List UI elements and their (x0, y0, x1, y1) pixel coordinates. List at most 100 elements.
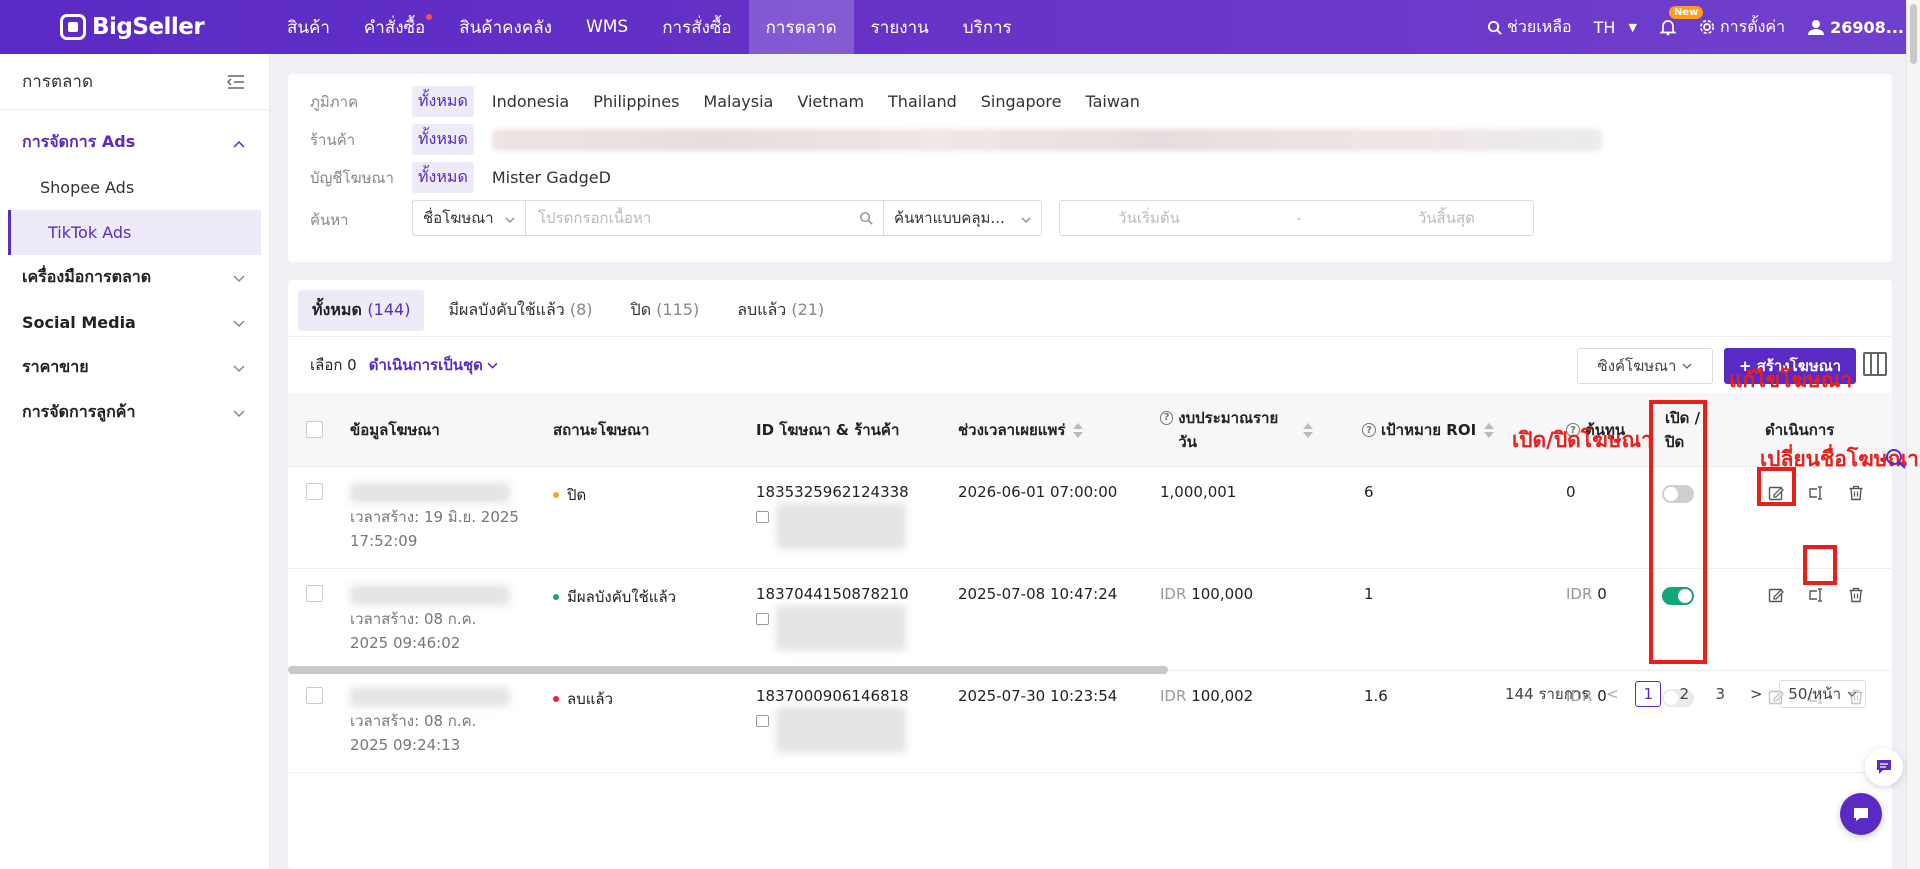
sidebar-header: การตลาด (0, 54, 269, 110)
page-button[interactable]: 3 (1707, 681, 1733, 707)
region-option[interactable]: Thailand (888, 92, 957, 111)
col-label: งบประมาณราย วัน (1178, 409, 1279, 451)
blurred-ad-name (350, 585, 510, 605)
help-link[interactable]: ช่วยเหลือ (1487, 15, 1572, 40)
region-option[interactable]: Malaysia (703, 92, 773, 111)
row-checkbox[interactable] (306, 483, 323, 500)
horizontal-scrollbar[interactable] (288, 666, 1892, 674)
col-label: เปิด / ปิด (1665, 409, 1701, 451)
roi-target: 1 (1364, 585, 1374, 603)
date-range-picker[interactable]: วันเริ่มต้น - วันสิ้นสุด (1059, 200, 1534, 236)
nav-services[interactable]: บริการ (946, 0, 1029, 54)
delete-icon[interactable] (1847, 586, 1865, 604)
ad-on-off-toggle[interactable] (1662, 587, 1694, 605)
nav-wms[interactable]: WMS (569, 0, 645, 54)
edit-icon[interactable] (1767, 586, 1785, 604)
blurred-store-name (776, 503, 906, 549)
nav-marketing[interactable]: การตลาด (748, 0, 854, 54)
settings-link[interactable]: การตั้งค่า (1699, 15, 1785, 40)
edit-icon[interactable] (1767, 484, 1785, 502)
nav-orders[interactable]: คำสั่งซื้อ (347, 0, 442, 54)
chevron-down-icon (487, 362, 498, 369)
sidebar-item-shopee-ads[interactable]: Shopee Ads (0, 165, 261, 210)
floating-search-icon[interactable] (1885, 448, 1907, 474)
delete-icon[interactable] (1847, 484, 1865, 502)
col-schedule[interactable]: ช่วงเวลาเผยแพร่ (958, 393, 1084, 467)
sidebar-group-social-media[interactable]: Social Media (0, 300, 269, 345)
search-icon[interactable] (859, 211, 873, 225)
row-checkbox[interactable] (306, 585, 323, 602)
region-option[interactable]: Taiwan (1085, 92, 1139, 111)
tab-deleted[interactable]: ลบแล้ว (21) (723, 290, 838, 331)
collapse-menu-icon[interactable] (227, 74, 245, 90)
page-scrollbar[interactable] (1906, 0, 1920, 869)
search-mode-select[interactable]: ค้นหาแบบคลุม... (883, 201, 1041, 235)
tab-active[interactable]: มีผลบังคับใช้แล้ว (8) (434, 290, 606, 331)
table-row: เวลาสร้าง: 19 มิ.ย. 2025 17:52:09 ปิด 18353… (288, 467, 1892, 569)
scrollbar-thumb[interactable] (288, 666, 1168, 674)
nav-products[interactable]: สินค้า (270, 0, 347, 54)
account-all-chip[interactable]: ทั้งหมด (412, 162, 474, 193)
account-option[interactable]: Mister GadgeD (492, 168, 611, 187)
tab-label: มีผลบังคับใช้แล้ว (448, 300, 565, 319)
select-all-checkbox[interactable] (306, 421, 323, 438)
region-option[interactable]: Vietnam (797, 92, 864, 111)
col-label: ID โฆษณา & ร้านค้า (756, 421, 900, 439)
region-option[interactable]: Singapore (981, 92, 1062, 111)
tab-off[interactable]: ปิด (115) (617, 290, 714, 331)
currency: IDR (1160, 585, 1187, 603)
nav-inventory[interactable]: สินค้าคงคลัง (442, 0, 569, 54)
search-input[interactable]: โปรดกรอกเนื้อหา (526, 206, 883, 230)
col-budget[interactable]: ? งบประมาณราย วัน (1160, 393, 1330, 467)
sidebar-item-tiktok-ads[interactable]: TikTok Ads (8, 210, 261, 255)
scrollbar-thumb[interactable] (1910, 4, 1917, 64)
page-size-select[interactable]: 50/หน้า (1779, 680, 1866, 708)
row-checkbox[interactable] (306, 687, 323, 704)
chevron-down-icon (1683, 363, 1692, 369)
ad-on-off-toggle[interactable] (1662, 485, 1694, 503)
col-roi[interactable]: ? เป้าหมาย ROI (1362, 393, 1495, 467)
region-all-chip[interactable]: ทั้งหมด (412, 86, 474, 117)
sidebar-group-ads[interactable]: การจัดการ Ads (0, 120, 269, 165)
store-info (756, 711, 777, 729)
blurred-store-name (776, 707, 906, 753)
search-field-select[interactable]: ชื่อโฆษณา (413, 201, 526, 235)
tab-all[interactable]: ทั้งหมด (144) (298, 290, 425, 331)
feedback-icon[interactable] (1865, 748, 1903, 786)
chat-support-icon[interactable] (1840, 793, 1882, 835)
sidebar: การตลาด การจัดการ Ads Shopee Ads TikTok … (0, 54, 270, 869)
page-button[interactable]: 2 (1671, 681, 1697, 707)
nav-purchase[interactable]: การสั่งซื้อ (645, 0, 748, 54)
rename-icon[interactable] (1808, 484, 1826, 502)
cost: IDR 0 (1566, 585, 1607, 603)
bulk-action-dropdown[interactable]: ดำเนินการเป็นชุด (369, 353, 498, 377)
sort-icon[interactable] (1484, 422, 1495, 438)
page-button[interactable]: 1 (1635, 681, 1662, 707)
settings-label: การตั้งค่า (1719, 16, 1786, 36)
user-menu[interactable]: 26908... (1807, 18, 1904, 37)
sidebar-title: การตลาด (22, 72, 94, 92)
region-option[interactable]: Indonesia (492, 92, 569, 111)
annotation-toggle-ad: เปิด/ปิดโฆษณา (1512, 427, 1653, 452)
tab-label: ปิด (630, 300, 652, 319)
next-page-icon[interactable]: > (1743, 681, 1769, 707)
nav-label: การสั่งซื้อ (662, 17, 732, 38)
sidebar-group-pricing[interactable]: ราคาขาย (0, 345, 269, 390)
bigseller-logo[interactable]: BigSeller (60, 14, 270, 40)
language-select[interactable]: TH ▼ (1594, 18, 1637, 37)
sidebar-group-marketing-tools[interactable]: เครื่องมือการตลาด (0, 255, 269, 300)
region-option[interactable]: Philippines (593, 92, 679, 111)
ad-status: ลบแล้ว (553, 687, 613, 711)
prev-page-icon[interactable]: < (1599, 681, 1625, 707)
nav-reports[interactable]: รายงาน (854, 0, 946, 54)
sync-ads-button[interactable]: ซิงค์โฆษณา (1577, 348, 1713, 384)
notification-button[interactable]: New (1659, 6, 1704, 36)
store-all-chip[interactable]: ทั้งหมด (412, 124, 474, 155)
sidebar-group-customers[interactable]: การจัดการลูกค้า (0, 390, 269, 435)
rename-icon[interactable] (1808, 586, 1826, 604)
column-settings-icon[interactable] (1863, 352, 1887, 376)
tab-count: (21) (791, 300, 825, 319)
sort-icon[interactable] (1073, 422, 1084, 438)
tab-count: (115) (656, 300, 700, 319)
sort-icon[interactable] (1303, 422, 1313, 438)
